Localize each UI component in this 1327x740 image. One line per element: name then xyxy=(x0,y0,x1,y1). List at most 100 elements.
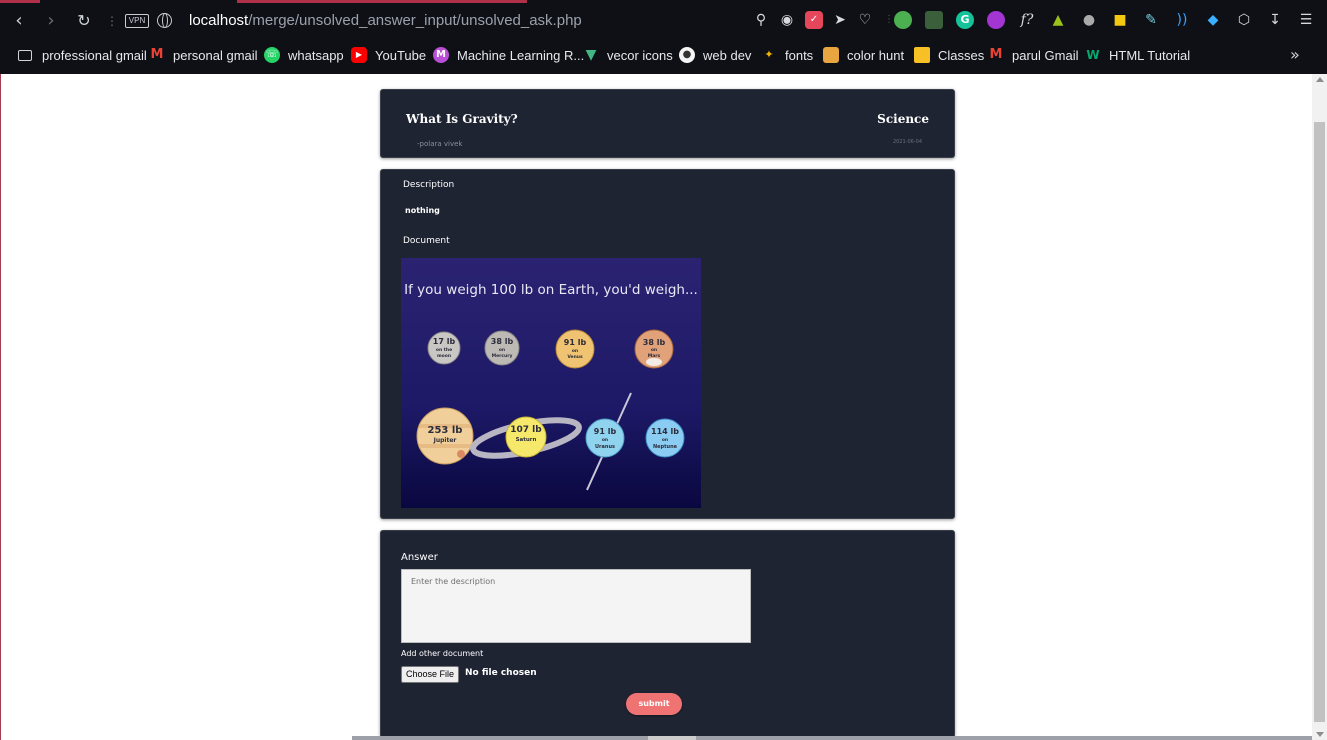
shield-icon[interactable]: ✓ xyxy=(805,11,823,29)
package-icon[interactable]: ⬡ xyxy=(1235,11,1253,29)
svg-text:91 lb: 91 lb xyxy=(564,338,587,347)
bookmark-item[interactable]: Mparul Gmail xyxy=(988,46,1079,64)
more-bookmarks-icon[interactable]: » xyxy=(1290,45,1300,64)
bookmark-item[interactable]: ● web dev xyxy=(679,46,751,64)
svg-text:253 lb: 253 lb xyxy=(428,425,463,436)
horizontal-scroll-thumb[interactable] xyxy=(648,736,696,740)
fonts-ext-icon[interactable]: f? xyxy=(1018,11,1036,29)
url-path: /merge/unsolved_answer_input/unsolved_as… xyxy=(248,12,582,29)
download-icon[interactable]: ↧ xyxy=(1266,11,1284,29)
svg-text:Uranus: Uranus xyxy=(595,444,615,450)
add-document-label: Add other document xyxy=(401,649,484,658)
choose-file-button[interactable]: Choose File xyxy=(401,666,460,683)
bug-icon[interactable]: ● xyxy=(1080,11,1098,29)
site-info-icon[interactable] xyxy=(157,13,172,28)
bookmark-item[interactable]: Classes xyxy=(914,46,984,64)
bookmark-item[interactable]: M Machine Learning R... xyxy=(433,46,584,64)
forward-icon[interactable]: › xyxy=(41,11,61,31)
description-value: nothing xyxy=(405,206,440,215)
bookmark-item[interactable]: ☏ whatsapp xyxy=(264,46,344,64)
svg-text:107 lb: 107 lb xyxy=(510,425,542,435)
bookmark-label: HTML Tutorial xyxy=(1109,47,1191,63)
folder-icon xyxy=(18,49,32,61)
question-author: -polara vivek xyxy=(417,140,463,148)
scroll-up-icon[interactable] xyxy=(1316,77,1324,82)
bookmark-label: fonts xyxy=(785,47,814,63)
bookmark-item[interactable]: ▶ YouTube xyxy=(351,46,426,64)
answer-textarea[interactable] xyxy=(402,570,750,642)
horizontal-scrollbar[interactable] xyxy=(352,736,1312,740)
question-header-card: What Is Gravity? Science -polara vivek 2… xyxy=(380,89,955,158)
bookmark-item[interactable]: ▼ vecor icons xyxy=(583,46,673,64)
bookmark-item[interactable]: ✦ fonts xyxy=(761,46,813,64)
reload-icon[interactable]: ↻ xyxy=(74,11,94,31)
svg-text:on: on xyxy=(602,438,608,443)
diamond-icon[interactable]: ◆ xyxy=(1204,11,1222,29)
vpn-badge[interactable]: VPN xyxy=(125,14,149,28)
svg-text:91 lb: 91 lb xyxy=(594,427,617,436)
bookmark-label: parul Gmail xyxy=(1012,47,1079,63)
question-title: What Is Gravity? xyxy=(406,112,518,126)
scroll-down-icon[interactable] xyxy=(1316,732,1324,737)
svg-text:38 lb: 38 lb xyxy=(643,338,666,347)
svg-text:on: on xyxy=(499,348,505,353)
file-status-text: No file chosen xyxy=(465,668,537,678)
svg-text:114 lb: 114 lb xyxy=(651,427,679,436)
question-details-card: Description nothing Document If you weig… xyxy=(380,169,955,519)
extension-green-icon[interactable] xyxy=(894,11,912,29)
document-image[interactable]: If you weigh 100 lb on Earth, you'd weig… xyxy=(401,258,701,508)
back-icon[interactable]: ‹ xyxy=(9,11,29,31)
bookmark-label: personal gmail xyxy=(173,47,258,63)
extension-purple-icon[interactable] xyxy=(987,11,1005,29)
document-label: Document xyxy=(403,236,450,246)
bookmark-label: whatsapp xyxy=(288,47,344,63)
vertical-scrollbar[interactable] xyxy=(1312,74,1327,740)
gravity-infographic: If you weigh 100 lb on Earth, you'd weig… xyxy=(401,258,701,508)
svg-text:on: on xyxy=(572,349,578,354)
answer-card: Answer Add other document Choose File No… xyxy=(380,530,955,738)
svg-text:moon: moon xyxy=(437,354,451,359)
bookmark-item[interactable]: professional gmail xyxy=(18,46,147,64)
svg-text:on: on xyxy=(662,438,668,443)
wave-icon[interactable]: )) xyxy=(1173,11,1191,29)
fonts-icon: ✦ xyxy=(764,48,774,61)
browser-toolbar: ‹ › ↻ ⋮ VPN localhost/merge/unsolved_ans… xyxy=(0,0,1327,42)
submit-button[interactable]: submit xyxy=(626,693,682,715)
w3-icon: W xyxy=(1086,48,1100,62)
classroom-icon xyxy=(914,47,930,63)
answer-label: Answer xyxy=(401,552,438,563)
question-date: 2021-06-04 xyxy=(892,139,922,145)
gmail-icon: M xyxy=(150,47,164,62)
camera-icon[interactable]: ◉ xyxy=(778,11,796,29)
extension-cube-icon[interactable] xyxy=(925,11,943,29)
bookmark-label: color hunt xyxy=(847,47,905,63)
bookmark-label: Classes xyxy=(938,47,985,63)
svg-text:on: on xyxy=(651,348,657,353)
grammarly-icon[interactable]: G xyxy=(956,11,974,29)
svg-text:38 lb: 38 lb xyxy=(491,337,514,346)
bookmark-label: YouTube xyxy=(375,47,427,63)
picker-icon[interactable]: ✎ xyxy=(1142,11,1160,29)
bookmark-item[interactable]: color hunt xyxy=(823,46,904,64)
tree-icon[interactable]: ▲ xyxy=(1049,11,1067,29)
description-label: Description xyxy=(403,180,455,190)
search-icon[interactable]: ⚲ xyxy=(752,11,770,29)
menu-icon[interactable]: ☰ xyxy=(1297,11,1315,29)
svg-text:Saturn: Saturn xyxy=(516,437,537,443)
svg-text:Mercury: Mercury xyxy=(492,353,513,359)
bookmark-label: vecor icons xyxy=(607,47,673,63)
question-subject: Science xyxy=(877,112,929,126)
extension-yellow-icon[interactable]: ■ xyxy=(1111,11,1129,29)
url-host: localhost xyxy=(189,12,249,29)
bookmark-label: professional gmail xyxy=(42,47,147,63)
image-headline: If you weigh 100 lb on Earth, you'd weig… xyxy=(404,282,698,298)
webdev-icon: ● xyxy=(679,47,695,63)
scroll-thumb[interactable] xyxy=(1314,122,1325,722)
bookmark-item[interactable]: Mpersonal gmail xyxy=(149,46,258,64)
bookmark-item[interactable]: W HTML Tutorial xyxy=(1085,46,1190,64)
address-bar[interactable]: localhost/merge/unsolved_answer_input/un… xyxy=(189,12,582,29)
gmail-icon: M xyxy=(989,47,1003,62)
send-icon[interactable]: ➤ xyxy=(831,11,849,29)
bookmark-label: Machine Learning R... xyxy=(457,47,585,63)
heart-icon[interactable]: ♡ xyxy=(856,11,874,29)
